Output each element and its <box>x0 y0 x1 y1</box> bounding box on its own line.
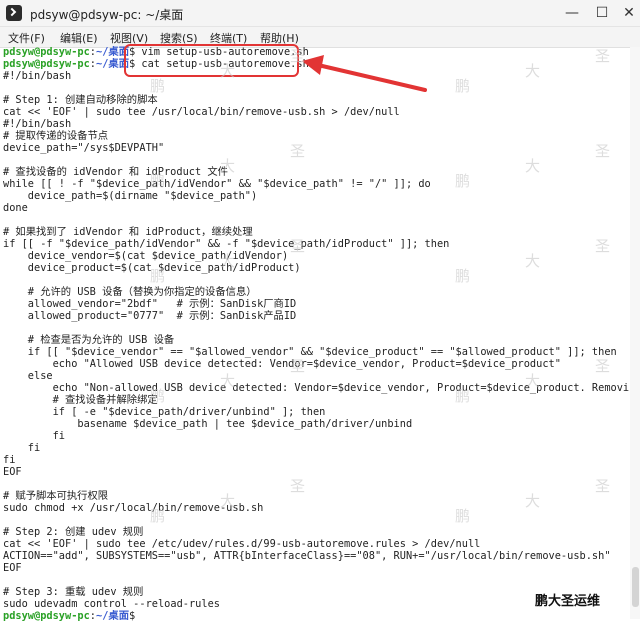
output-line: EOF <box>3 562 22 574</box>
annotation-box <box>124 44 299 77</box>
scrollbar-thumb[interactable] <box>632 567 639 607</box>
menu-file[interactable]: 文件(F) <box>8 30 45 46</box>
output-line: device_path="/sys$DEVPATH" <box>3 142 165 154</box>
menu-edit[interactable]: 编辑(E) <box>60 30 98 46</box>
terminal-output[interactable]: pdsyw@pdsyw-pc:~/桌面$ vim setup-usb-autor… <box>0 46 640 622</box>
annotation-arrow-icon <box>302 55 427 92</box>
prompt-user: pdsyw@pdsyw-pc <box>3 46 90 58</box>
prompt-user: pdsyw@pdsyw-pc <box>3 610 90 622</box>
output-line: echo "Allowed USB device detected: Vendo… <box>3 358 561 370</box>
terminal-icon <box>6 5 22 21</box>
prompt-symbol: $ <box>129 610 136 622</box>
prompt-path: ~/桌面 <box>96 610 129 622</box>
close-button[interactable]: ✕ <box>620 4 638 22</box>
minimize-button[interactable]: — <box>563 4 581 22</box>
scrollbar[interactable] <box>630 47 640 619</box>
prompt-line-3: pdsyw@pdsyw-pc:~/桌面$ <box>3 610 136 622</box>
output-line: done <box>3 202 28 214</box>
brand-watermark: 鹏大圣运维 <box>535 594 601 609</box>
output-line: device_path=$(dirname "$device_path") <box>3 190 258 202</box>
prompt-user: pdsyw@pdsyw-pc <box>3 58 90 70</box>
menu-bar: 文件(F) 编辑(E) 视图(V) 搜索(S) 终端(T) 帮助(H) <box>0 27 640 48</box>
maximize-button[interactable]: ☐ <box>593 4 611 22</box>
output-line: allowed_product="0777" # 示例：SanDisk产品ID <box>3 310 297 322</box>
title-bar: pdsyw@pdsyw-pc: ~/桌面 — ☐ ✕ <box>0 0 640 27</box>
window-title: pdsyw@pdsyw-pc: ~/桌面 <box>30 8 184 22</box>
output-line: #!/bin/bash <box>3 70 72 82</box>
output-line: sudo chmod +x /usr/local/bin/remove-usb.… <box>3 502 264 514</box>
output-line: device_product=$(cat $device_path/idProd… <box>3 262 301 274</box>
output-line: ACTION=="add", SUBSYSTEMS=="usb", ATTR{b… <box>3 550 611 562</box>
output-line: EOF <box>3 466 22 478</box>
